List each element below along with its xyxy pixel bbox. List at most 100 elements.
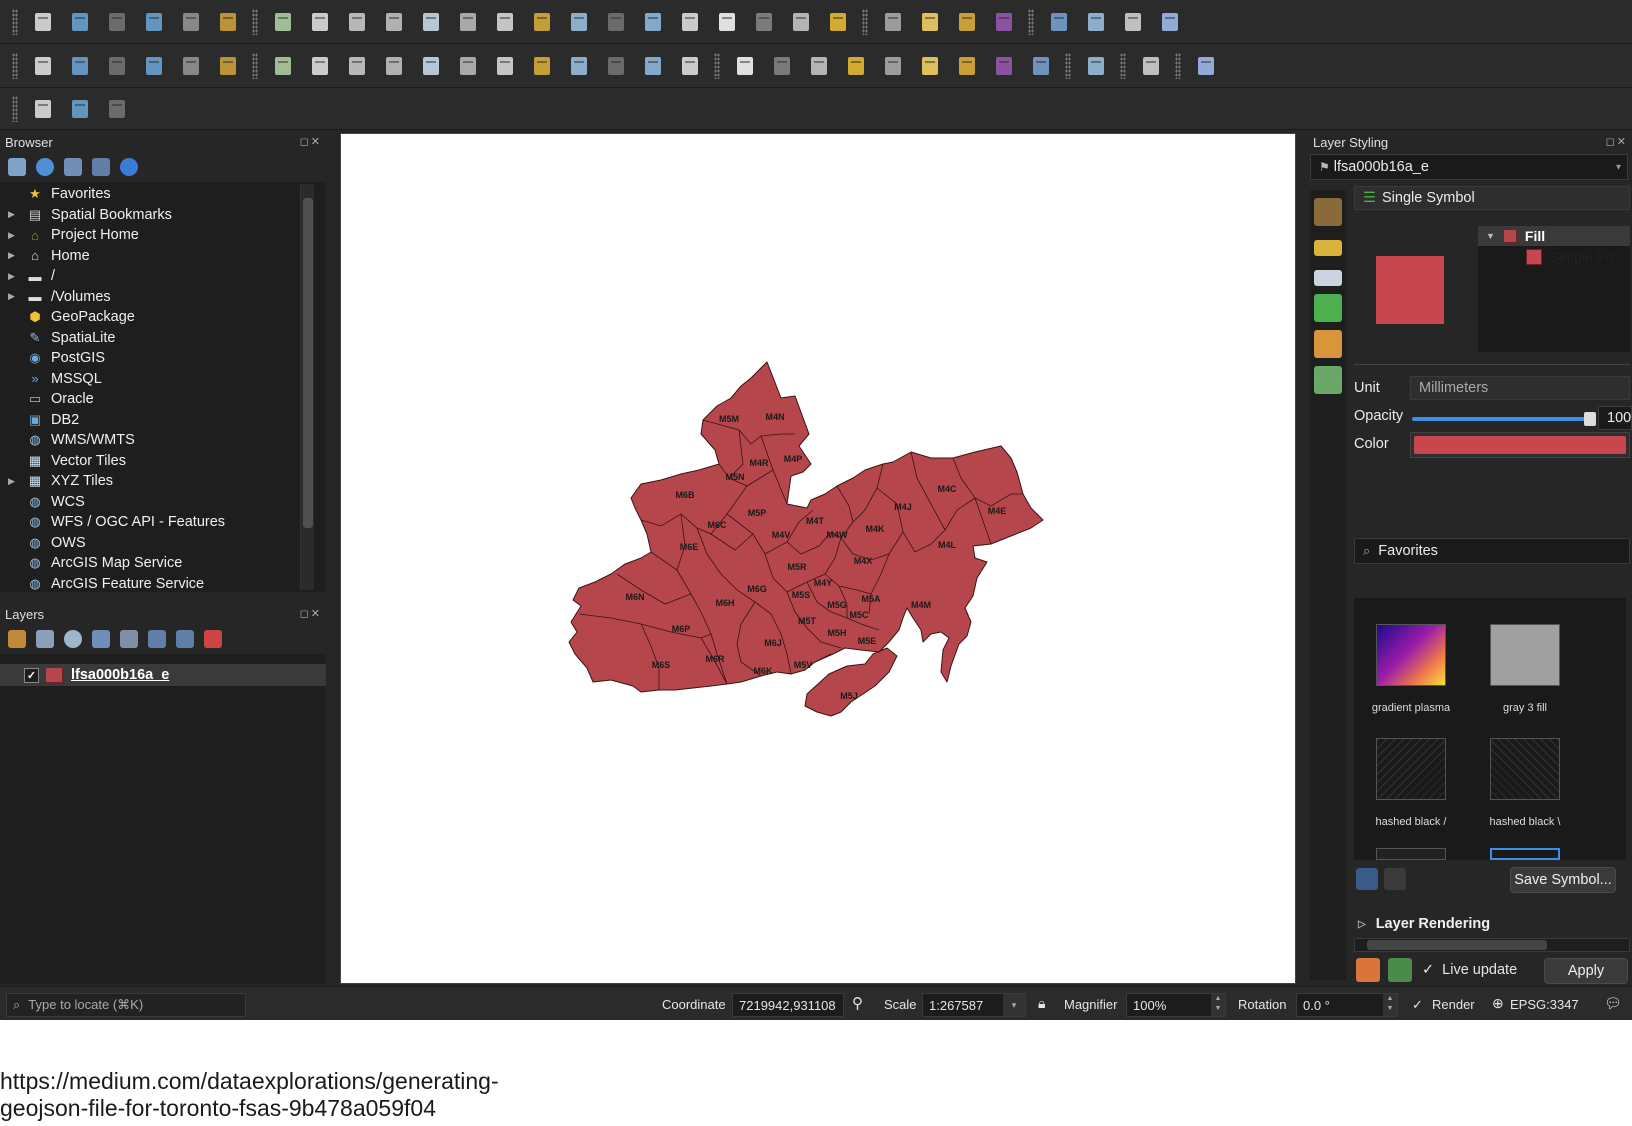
panel-float-close-icon[interactable]: ◻✕ bbox=[1606, 135, 1628, 148]
browser-item[interactable]: » MSSQL bbox=[0, 369, 314, 390]
current-edits-icon[interactable] bbox=[264, 49, 301, 83]
plugins-globe-icon[interactable] bbox=[1077, 49, 1114, 83]
new-temporary-layer-icon[interactable] bbox=[98, 49, 135, 83]
symbology-tab-icon[interactable] bbox=[1314, 198, 1342, 226]
new-geopackage-layer-icon[interactable] bbox=[61, 49, 98, 83]
layer-labeling-icon[interactable] bbox=[726, 49, 763, 83]
layer-rendering-section[interactable]: ▷ Layer Rendering bbox=[1358, 916, 1490, 932]
label-properties-icon[interactable] bbox=[1022, 49, 1059, 83]
zoom-to-selection-icon[interactable] bbox=[449, 5, 486, 39]
visibility-eye-icon[interactable] bbox=[64, 630, 82, 648]
icon-view-icon[interactable] bbox=[1356, 868, 1378, 890]
browser-item[interactable]: ▶ ⌂ Home bbox=[0, 246, 314, 267]
zoom-full-icon[interactable] bbox=[412, 5, 449, 39]
cut-features-icon[interactable] bbox=[523, 49, 560, 83]
chevron-down-icon[interactable]: ▾ bbox=[1003, 994, 1025, 1016]
show-bookmarks-icon[interactable] bbox=[745, 5, 782, 39]
toolbar-handle[interactable] bbox=[12, 52, 18, 79]
apply-button[interactable]: Apply bbox=[1544, 958, 1628, 984]
save-edits-icon[interactable] bbox=[338, 49, 375, 83]
change-label-icon[interactable] bbox=[985, 49, 1022, 83]
history-tab-icon[interactable] bbox=[1314, 366, 1342, 394]
fill-tree-item[interactable]: ▼ Fill bbox=[1478, 226, 1630, 246]
browser-item[interactable]: ▶ ▬ / bbox=[0, 266, 314, 287]
save-symbol-button[interactable]: Save Symbol... bbox=[1510, 867, 1616, 893]
symbol-tile-partial[interactable] bbox=[1490, 848, 1560, 860]
statistics-icon[interactable] bbox=[985, 5, 1022, 39]
select-by-value-icon[interactable] bbox=[61, 92, 98, 126]
help-icon[interactable] bbox=[1187, 49, 1224, 83]
browser-item[interactable]: ◍ WCS bbox=[0, 492, 314, 513]
identify-features-icon[interactable] bbox=[874, 5, 911, 39]
layer-symbol-swatch[interactable] bbox=[45, 667, 63, 683]
zoom-native-icon[interactable] bbox=[523, 5, 560, 39]
style-manager-icon[interactable] bbox=[209, 5, 246, 39]
add-group-icon[interactable] bbox=[36, 630, 54, 648]
pin-labels-icon[interactable] bbox=[800, 49, 837, 83]
browser-item[interactable]: ⬢ GeoPackage bbox=[0, 307, 314, 328]
refresh-icon[interactable] bbox=[819, 5, 856, 39]
zoom-out-icon[interactable] bbox=[375, 5, 412, 39]
live-update-checkbox[interactable]: ✓ Live update bbox=[1422, 962, 1517, 978]
rotation-spinbox[interactable]: 0.0 ° ▲ ▼ bbox=[1296, 993, 1398, 1017]
toolbar-handle[interactable] bbox=[12, 8, 18, 35]
diagrams-tab-icon[interactable] bbox=[1314, 330, 1342, 358]
browser-item[interactable]: ◍ ArcGIS Feature Service bbox=[0, 574, 314, 590]
browser-scrollbar[interactable] bbox=[300, 184, 314, 590]
collapse-all-icon[interactable] bbox=[92, 158, 110, 176]
browser-item[interactable]: ◍ ArcGIS Map Service bbox=[0, 553, 314, 574]
collapse-all-icon[interactable] bbox=[176, 630, 194, 648]
expand-arrow-icon[interactable]: ▶ bbox=[8, 250, 15, 261]
modify-attributes-icon[interactable] bbox=[449, 49, 486, 83]
symbol-tile-hashed-back[interactable] bbox=[1490, 738, 1560, 800]
masks-tab-icon[interactable] bbox=[1314, 270, 1342, 286]
lock-scale-icon[interactable]: 🔒︎ bbox=[1038, 995, 1045, 1012]
label-highlight-icon[interactable] bbox=[874, 49, 911, 83]
expand-all-icon[interactable] bbox=[148, 630, 166, 648]
add-selected-layers-icon[interactable] bbox=[8, 158, 26, 176]
zoom-to-layer-icon[interactable] bbox=[486, 5, 523, 39]
crs-globe-icon[interactable]: ⊕ bbox=[1492, 995, 1504, 1012]
text-annotation-icon[interactable] bbox=[1151, 5, 1188, 39]
map-canvas[interactable]: M5M M4N M4R M4P M5N M6B M5P M6C M4T M4V M4W M4K M4J M… bbox=[340, 133, 1296, 984]
browser-item[interactable]: ◉ PostGIS bbox=[0, 348, 314, 369]
layer-visibility-checkbox[interactable]: ✓ bbox=[24, 667, 39, 683]
temporal-controller-icon[interactable] bbox=[782, 5, 819, 39]
delete-selected-icon[interactable] bbox=[486, 49, 523, 83]
expand-arrow-icon[interactable]: ▶ bbox=[8, 476, 15, 487]
rotate-label-icon[interactable] bbox=[948, 49, 985, 83]
map-tips-icon[interactable] bbox=[1077, 5, 1114, 39]
refresh-icon[interactable] bbox=[36, 158, 54, 176]
locator-input[interactable]: ⌕ Type to locate (⌘K) bbox=[6, 993, 246, 1017]
zoom-next-icon[interactable] bbox=[597, 5, 634, 39]
crs-button[interactable]: EPSG:3347 bbox=[1510, 997, 1579, 1012]
spinner-arrows-icon[interactable]: ▲ ▼ bbox=[1383, 994, 1397, 1016]
render-checkbox[interactable]: ✓ bbox=[1412, 997, 1423, 1013]
vertex-tool-icon[interactable] bbox=[412, 49, 449, 83]
field-calculator-icon[interactable] bbox=[948, 5, 985, 39]
browser-item[interactable]: ✎ SpatiaLite bbox=[0, 328, 314, 349]
toolbar-handle[interactable] bbox=[1065, 52, 1071, 79]
coordinate-field[interactable]: 7219942,931108 bbox=[732, 993, 844, 1017]
opacity-slider-handle[interactable] bbox=[1584, 412, 1596, 426]
filter-icon[interactable] bbox=[64, 158, 82, 176]
browser-item[interactable]: ▶ ▤ Spatial Bookmarks bbox=[0, 205, 314, 226]
browser-item[interactable]: ◍ OWS bbox=[0, 533, 314, 554]
spinner-arrows-icon[interactable]: ▲ ▼ bbox=[1211, 994, 1225, 1016]
new-project-icon[interactable] bbox=[24, 5, 61, 39]
digitize-icon[interactable] bbox=[135, 49, 172, 83]
browser-item[interactable]: ▣ DB2 bbox=[0, 410, 314, 431]
expression-filter-icon[interactable] bbox=[120, 630, 138, 648]
new-print-layout-icon[interactable] bbox=[135, 5, 172, 39]
zoom-last-icon[interactable] bbox=[560, 5, 597, 39]
browser-item[interactable]: ★ Favorites bbox=[0, 184, 314, 205]
pan-map-icon[interactable] bbox=[264, 5, 301, 39]
zoom-in-icon[interactable] bbox=[338, 5, 375, 39]
pan-to-selection-icon[interactable] bbox=[301, 5, 338, 39]
unit-select[interactable]: Millimeters bbox=[1410, 376, 1630, 400]
expand-arrow-icon[interactable]: ▶ bbox=[8, 230, 15, 241]
symbol-tile-gradient-plasma[interactable] bbox=[1376, 624, 1446, 686]
save-project-icon[interactable] bbox=[98, 5, 135, 39]
deselect-features-icon[interactable] bbox=[98, 92, 135, 126]
info-icon[interactable] bbox=[120, 158, 138, 176]
